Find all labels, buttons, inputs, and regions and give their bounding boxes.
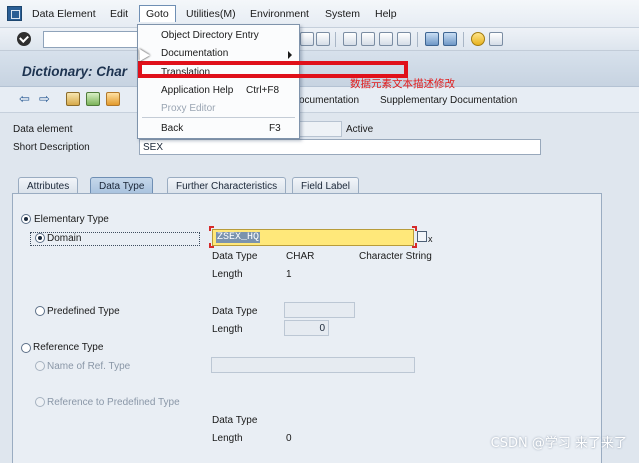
tab-further-characteristics[interactable]: Further Characteristics [167, 177, 287, 194]
focus-corner-mark [209, 243, 214, 248]
predefined-data-type-label: Data Type [212, 306, 258, 317]
predefined-type-label: Predefined Type [47, 306, 120, 317]
predefined-length-label: Length [212, 324, 243, 335]
predefined-data-type-field [284, 302, 355, 318]
toolbar-separator [463, 32, 464, 47]
first-page-icon[interactable] [343, 32, 357, 46]
find-next-icon[interactable] [316, 32, 330, 46]
status-text: Active [346, 124, 374, 135]
check-object-icon[interactable] [86, 92, 100, 106]
shortcut-icon[interactable] [443, 32, 457, 46]
next-page-icon[interactable] [379, 32, 393, 46]
data-type-value: CHAR [286, 251, 315, 262]
domain-radio[interactable] [35, 233, 45, 243]
menu-edit[interactable]: Edit [110, 8, 128, 20]
previous-page-icon[interactable] [361, 32, 375, 46]
help-icon[interactable] [471, 32, 485, 46]
short-description-field[interactable]: SEX [139, 139, 541, 155]
ref-data-type-label: Data Type [212, 415, 258, 426]
menu-item-proxy-editor: Proxy Editor [161, 103, 216, 114]
last-page-icon[interactable] [397, 32, 411, 46]
page-title: Dictionary: Char [22, 64, 128, 79]
toolbar-separator [417, 32, 418, 47]
elementary-type-label: Elementary Type [34, 214, 109, 225]
data-element-label: Data element [13, 124, 73, 135]
tab-data-type[interactable]: Data Type [90, 177, 154, 194]
menu-utilities[interactable]: Utilities(M) [186, 8, 236, 20]
activate-icon[interactable] [106, 92, 120, 106]
reference-type-label: Reference Type [33, 342, 104, 353]
focus-corner-mark [412, 243, 417, 248]
name-of-ref-type-label: Name of Ref. Type [47, 361, 131, 372]
supplementary-documentation-button[interactable]: Supplementary Documentation [380, 95, 517, 106]
length-value: 1 [286, 269, 292, 280]
command-field[interactable] [43, 31, 140, 48]
predefined-length-field: 0 [284, 320, 329, 336]
version-field [298, 121, 342, 137]
reference-to-predefined-label: Reference to Predefined Type [47, 397, 180, 408]
back-arrow-icon[interactable]: ⇦ [19, 92, 30, 105]
application-toolbar: ⇦ ⇨ ocumentation Supplementary Documenta… [0, 87, 639, 113]
toolbar-separator [335, 32, 336, 47]
menu-item-application-help[interactable]: Application Help [161, 85, 233, 96]
domain-input[interactable]: ZSEX_HQ [212, 229, 414, 246]
forward-arrow-icon[interactable]: ⇨ [39, 92, 50, 105]
name-of-ref-type-radio [35, 361, 45, 371]
tab-attributes[interactable]: Attributes [18, 177, 79, 194]
watermark: CSDN @学习 来了来了 [490, 436, 627, 451]
goto-dropdown-menu: Object Directory Entry Documentation Tra… [137, 24, 300, 139]
submenu-arrow-icon [288, 51, 292, 59]
menu-shortcut-application-help: Ctrl+F8 [246, 85, 280, 96]
annotation-text: 数据元素文本描述修改 [350, 78, 455, 90]
value-help-marker: x [428, 234, 433, 244]
ref-length-value: 0 [286, 433, 292, 444]
menu-data-element[interactable]: Data Element [32, 8, 96, 20]
find-icon[interactable] [300, 32, 314, 46]
short-description-label: Short Description [13, 142, 90, 153]
create-session-icon[interactable] [425, 32, 439, 46]
focus-corner-mark [209, 226, 214, 231]
documentation-button[interactable]: ocumentation [299, 95, 359, 106]
length-label: Length [212, 269, 243, 280]
menu-goto[interactable]: Goto [139, 5, 176, 22]
menu-item-documentation[interactable]: Documentation [161, 48, 228, 59]
menu-separator [142, 117, 295, 118]
ref-length-label: Length [212, 433, 243, 444]
reference-type-radio[interactable] [21, 343, 31, 353]
predefined-type-radio[interactable] [35, 306, 45, 316]
menu-item-object-directory-entry[interactable]: Object Directory Entry [161, 30, 259, 41]
menu-shortcut-back: F3 [269, 123, 281, 134]
elementary-type-radio[interactable] [21, 214, 31, 224]
standard-toolbar [0, 28, 639, 51]
menu-help[interactable]: Help [375, 8, 397, 20]
data-type-description: Character String [359, 251, 432, 262]
domain-label: Domain [47, 233, 82, 244]
enter-check-icon[interactable] [17, 32, 31, 46]
menu-system[interactable]: System [325, 8, 360, 20]
data-type-label: Data Type [212, 251, 258, 262]
menu-environment[interactable]: Environment [250, 8, 309, 20]
reference-to-predefined-radio [35, 397, 45, 407]
domain-input-value: ZSEX_HQ [216, 232, 261, 243]
display-change-icon[interactable] [66, 92, 80, 106]
menu-bar: Data Element Edit Goto Utilities(M) Envi… [0, 0, 639, 28]
customize-layout-icon[interactable] [489, 32, 503, 46]
tab-field-label[interactable]: Field Label [292, 177, 359, 194]
value-help-icon[interactable] [417, 231, 427, 242]
sap-window-icon[interactable] [7, 6, 22, 21]
menu-item-back[interactable]: Back [161, 123, 183, 134]
name-of-ref-type-field [211, 357, 415, 373]
